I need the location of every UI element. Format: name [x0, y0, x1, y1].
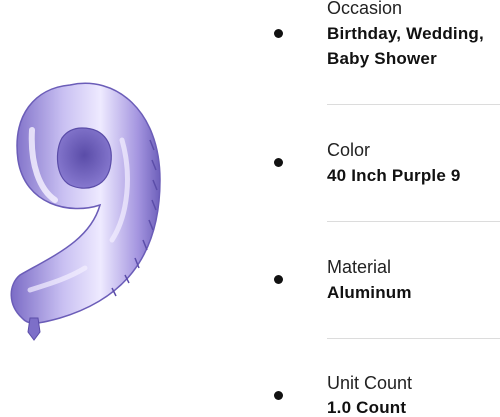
product-spec-panel: Occasion Birthday, Wedding, Baby Shower …	[0, 0, 500, 417]
spec-label: Unit Count	[327, 373, 413, 393]
bullet-icon	[274, 391, 283, 400]
spec-value: 1.0 Count	[327, 398, 407, 417]
divider	[327, 338, 500, 339]
spec-value-continued: Baby Shower	[327, 49, 437, 68]
spec-value: 40 Inch Purple 9	[327, 166, 461, 185]
divider	[327, 221, 500, 222]
bullet-icon	[274, 29, 283, 38]
bullet-icon	[274, 275, 283, 284]
specification-list: Occasion Birthday, Wedding, Baby Shower …	[0, 0, 500, 417]
spec-value: Aluminum	[327, 283, 412, 302]
bullet-icon	[274, 158, 283, 167]
spec-label: Occasion	[327, 0, 403, 18]
divider	[327, 104, 500, 105]
spec-label: Material	[327, 257, 392, 277]
spec-label: Color	[327, 140, 371, 160]
spec-value: Birthday, Wedding,	[327, 24, 484, 43]
